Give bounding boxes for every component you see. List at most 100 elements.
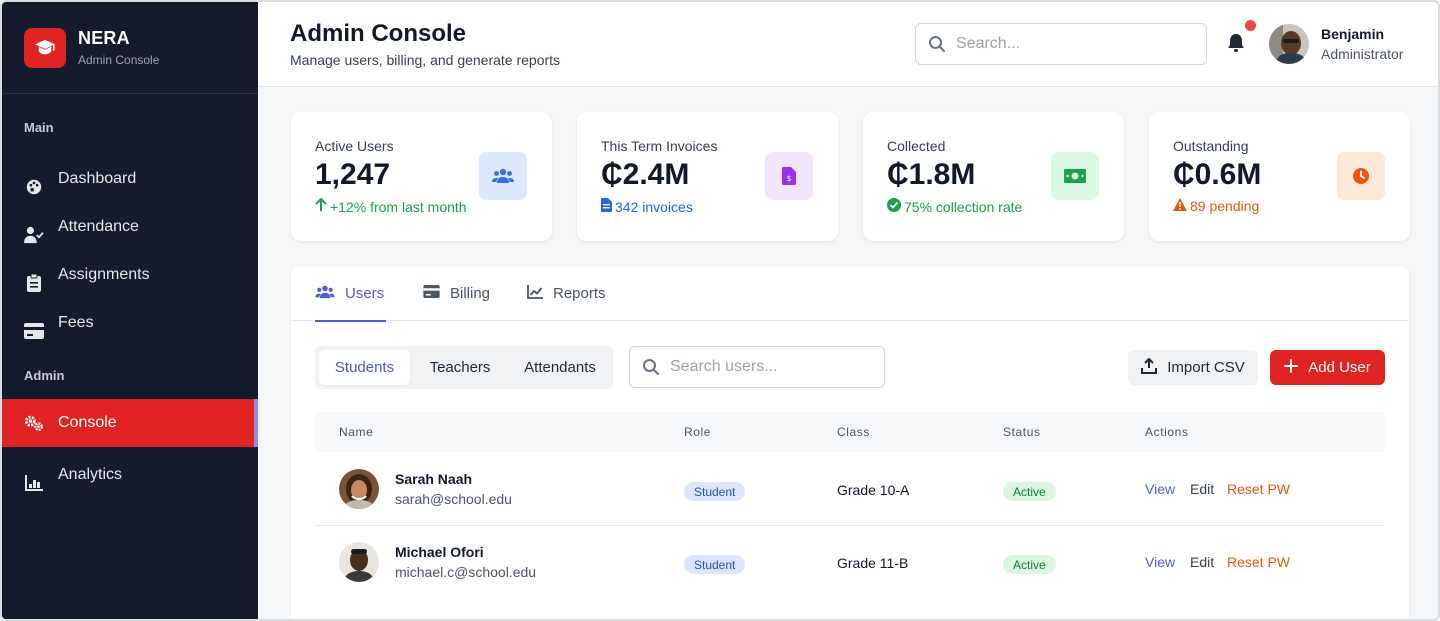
stat-value: ₵0.6M bbox=[1173, 158, 1262, 191]
graduation-cap-icon bbox=[24, 27, 66, 68]
tab-reports[interactable]: Reports bbox=[527, 266, 606, 321]
stat-footnote-text: 342 invoices bbox=[615, 198, 693, 215]
sidebar-item-dashboard[interactable]: Dashboard bbox=[2, 163, 258, 211]
import-csv-button[interactable]: Import CSV bbox=[1128, 350, 1258, 385]
stat-footnote-text: 89 pending bbox=[1190, 198, 1260, 214]
sidebar-item-console[interactable]: Console bbox=[2, 399, 258, 447]
warning-icon bbox=[1173, 198, 1187, 214]
arrow-up-icon bbox=[315, 197, 327, 215]
document-icon bbox=[601, 198, 612, 215]
user-name: Michael Ofori bbox=[395, 544, 484, 560]
sidebar-item-assignments[interactable]: Assignments bbox=[2, 259, 258, 307]
tab-label: Users bbox=[345, 285, 385, 302]
user-name: Sarah Naah bbox=[395, 471, 473, 487]
section-label-admin: Admin bbox=[24, 368, 65, 383]
column-header-status[interactable]: Status bbox=[1003, 425, 1041, 439]
user-email: michael.c@school.edu bbox=[395, 564, 537, 580]
edit-link[interactable]: Edit bbox=[1190, 554, 1214, 570]
column-header-role[interactable]: Role bbox=[684, 425, 711, 439]
page-subtitle: Manage users, billing, and generate repo… bbox=[290, 52, 561, 68]
plus-icon bbox=[1284, 358, 1299, 377]
sidebar-item-label: Analytics bbox=[58, 466, 123, 483]
stat-footnote-text: 75% collection rate bbox=[904, 198, 1023, 215]
table-row: Sarah Naah sarah@school.edu Student Grad… bbox=[315, 453, 1385, 526]
view-link[interactable]: View bbox=[1145, 554, 1175, 570]
stat-value: 1,247 bbox=[315, 158, 391, 191]
palette-icon bbox=[24, 177, 44, 197]
segment-students[interactable]: Students bbox=[319, 350, 410, 385]
sidebar-item-attendance[interactable]: Attendance bbox=[2, 211, 258, 259]
bar-chart-icon bbox=[24, 473, 44, 493]
invoice-icon: $ bbox=[765, 152, 813, 200]
sidebar-item-analytics[interactable]: Analytics bbox=[2, 459, 258, 507]
credit-card-icon bbox=[24, 321, 44, 341]
user-email: sarah@school.edu bbox=[395, 491, 512, 507]
stat-label: Collected bbox=[887, 138, 946, 154]
reset-password-link[interactable]: Reset PW bbox=[1227, 481, 1290, 497]
stat-label: This Term Invoices bbox=[601, 138, 718, 154]
stat-value: ₵2.4M bbox=[601, 158, 690, 191]
tab-label: Reports bbox=[553, 285, 606, 302]
user-search[interactable] bbox=[629, 346, 885, 388]
clock-icon bbox=[1337, 152, 1385, 200]
upload-icon bbox=[1141, 357, 1158, 378]
edit-link[interactable]: Edit bbox=[1190, 481, 1214, 497]
avatar bbox=[339, 542, 379, 582]
segment-attendants[interactable]: Attendants bbox=[511, 350, 609, 385]
sidebar-item-label: Dashboard bbox=[58, 170, 137, 187]
top-header: Admin Console Manage users, billing, and… bbox=[258, 2, 1438, 87]
check-circle-icon bbox=[887, 198, 901, 215]
reset-password-link[interactable]: Reset PW bbox=[1227, 554, 1290, 570]
brand-name: NERA bbox=[78, 28, 130, 48]
user-role: Administrator bbox=[1321, 46, 1404, 62]
status-badge: Active bbox=[1003, 555, 1056, 574]
sidebar-item-label: Console bbox=[58, 414, 117, 431]
stat-value: ₵1.8M bbox=[887, 158, 976, 191]
sidebar: NERA Admin Console Main Dashboard Attend… bbox=[2, 2, 258, 619]
global-search[interactable] bbox=[915, 23, 1207, 65]
import-csv-label: Import CSV bbox=[1167, 359, 1245, 376]
tab-bar: Users Billing Reports bbox=[291, 266, 1409, 322]
brand: NERA Admin Console bbox=[2, 2, 258, 94]
user-name: Benjamin bbox=[1321, 26, 1385, 42]
global-search-input[interactable] bbox=[956, 35, 1196, 53]
avatar[interactable] bbox=[1269, 24, 1309, 64]
stat-card-term-invoices: This Term Invoices ₵2.4M 342 invoices $ bbox=[577, 112, 838, 241]
tab-billing[interactable]: Billing bbox=[423, 266, 490, 321]
tab-users[interactable]: Users bbox=[315, 266, 387, 322]
user-search-input[interactable] bbox=[670, 358, 880, 376]
add-user-button[interactable]: Add User bbox=[1270, 350, 1385, 385]
stat-footnote: 342 invoices bbox=[601, 198, 693, 215]
sidebar-item-label: Fees bbox=[58, 314, 94, 331]
stat-footnote-text: +12% from last month bbox=[330, 198, 467, 215]
view-link[interactable]: View bbox=[1145, 481, 1175, 497]
users-panel: Users Billing Reports Students Teachers … bbox=[291, 266, 1409, 619]
avatar bbox=[339, 469, 379, 509]
bell-icon[interactable] bbox=[1227, 33, 1249, 55]
notification-dot bbox=[1245, 20, 1256, 31]
role-badge: Student bbox=[684, 482, 746, 501]
stat-footnote: 75% collection rate bbox=[887, 198, 1022, 215]
segment-teachers[interactable]: Teachers bbox=[412, 350, 508, 385]
money-icon bbox=[1051, 152, 1099, 200]
stat-card-outstanding: Outstanding ₵0.6M 89 pending bbox=[1149, 112, 1410, 241]
add-user-label: Add User bbox=[1308, 359, 1371, 376]
column-header-name[interactable]: Name bbox=[339, 425, 373, 439]
table-row: Michael Ofori michael.c@school.edu Stude… bbox=[315, 526, 1385, 599]
gears-icon bbox=[24, 413, 44, 433]
users-icon bbox=[479, 152, 527, 200]
sidebar-item-label: Assignments bbox=[58, 266, 150, 283]
search-icon bbox=[928, 35, 946, 53]
stat-label: Outstanding bbox=[1173, 138, 1249, 154]
card-icon bbox=[423, 285, 440, 302]
search-icon bbox=[642, 358, 660, 376]
status-badge: Active bbox=[1003, 482, 1056, 501]
column-header-class[interactable]: Class bbox=[837, 425, 870, 439]
sidebar-item-fees[interactable]: Fees bbox=[2, 307, 258, 355]
tab-label: Billing bbox=[450, 285, 491, 302]
stat-card-collected: Collected ₵1.8M 75% collection rate bbox=[863, 112, 1124, 241]
stat-footnote: 89 pending bbox=[1173, 198, 1259, 214]
sidebar-item-label: Attendance bbox=[58, 218, 139, 235]
user-check-icon bbox=[24, 225, 44, 245]
app-window: NERA Admin Console Main Dashboard Attend… bbox=[0, 0, 1440, 621]
